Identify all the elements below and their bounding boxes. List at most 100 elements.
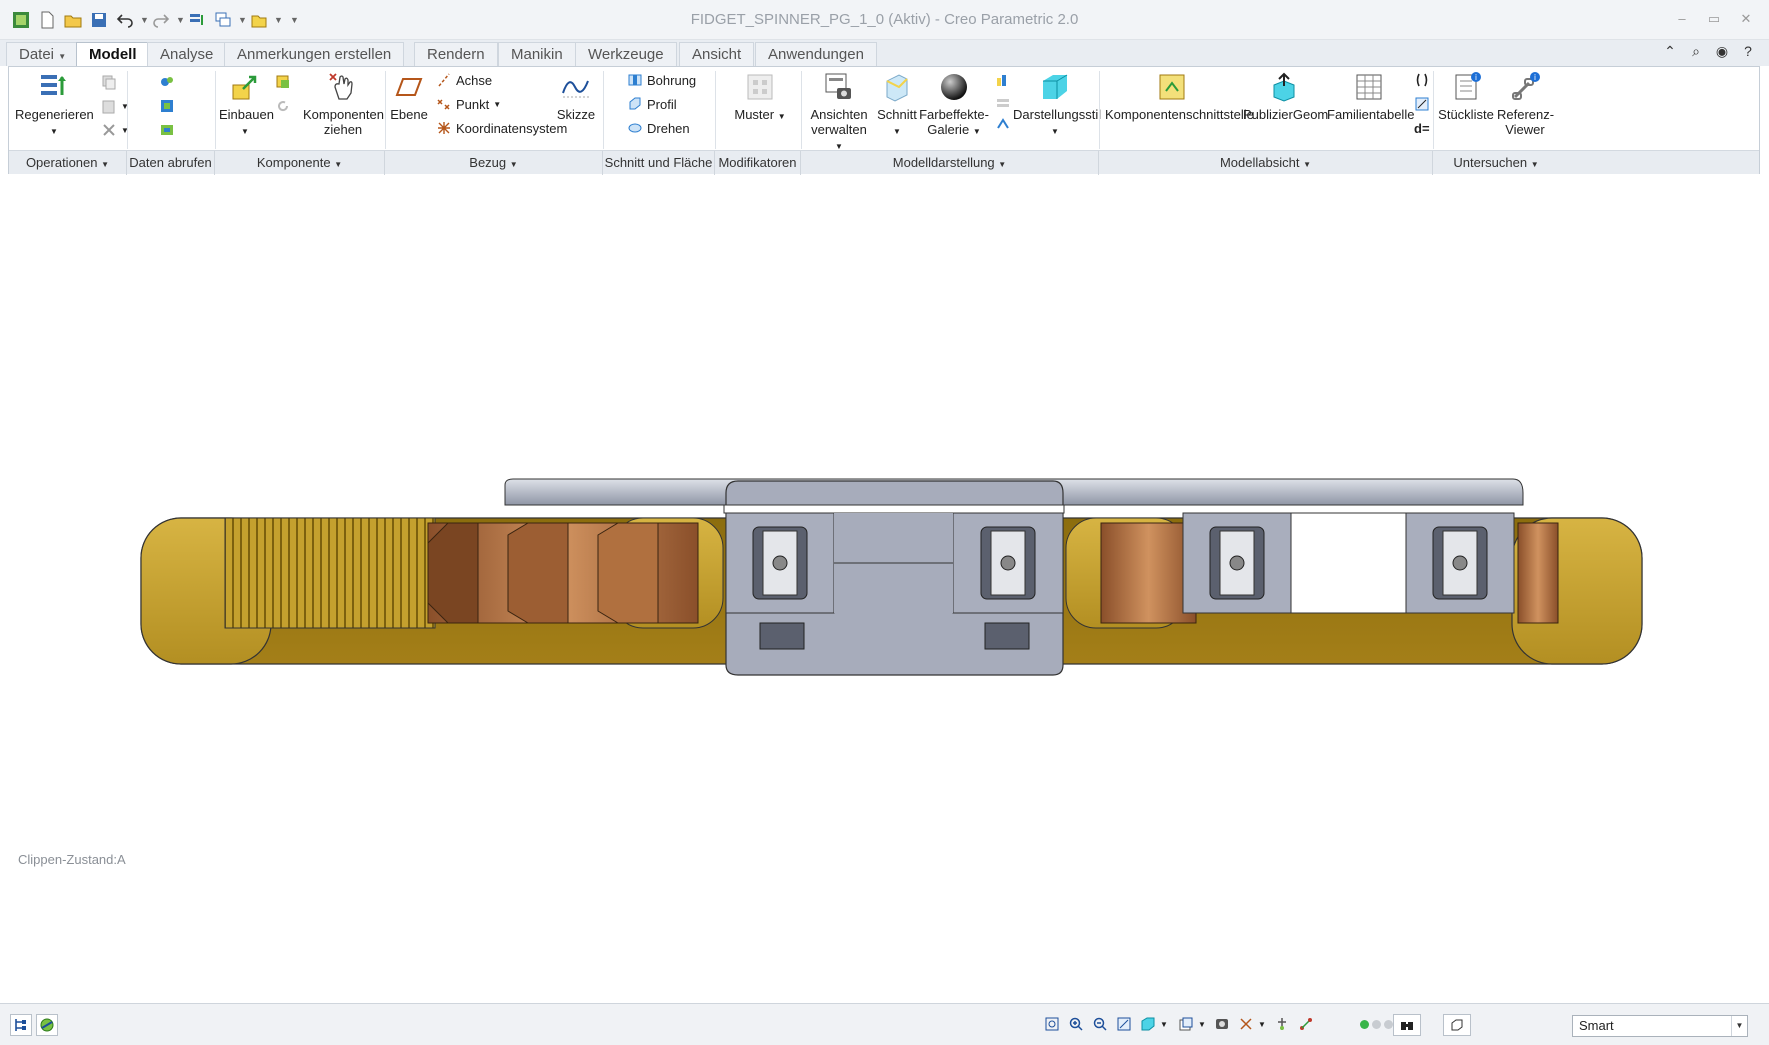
saved-views-icon[interactable] [1176,1014,1196,1034]
relations-icon[interactable] [1414,71,1430,89]
publiziergeom-button[interactable]: PublizierGeom [1243,71,1328,122]
farbeffekte-galerie-button[interactable]: Farbeffekte- Galerie ▼ [919,71,989,139]
paste-icon[interactable]: ▼ [101,97,129,115]
einbauen-button[interactable]: Einbauen ▼ [219,71,274,139]
group-modelldarstellung[interactable]: Modelldarstellung ▼ [801,151,1099,175]
group-separator [1433,71,1434,149]
tab-rendern[interactable]: Rendern [414,42,498,66]
selection-filter-select[interactable]: Smart ▼ [1572,1015,1748,1037]
ribbon-group-labels: Operationen ▼ Daten abrufen ▼ Komponente… [9,150,1759,193]
svg-text:i: i [1534,73,1536,82]
plane-icon [395,78,423,96]
group-modifikatoren[interactable]: Modifikatoren ▼ [715,151,801,193]
search-icon[interactable]: ⌕ [1687,43,1705,60]
tab-manikin[interactable]: Manikin [498,42,576,66]
tab-anwendungen[interactable]: Anwendungen [755,42,877,66]
group-untersuchen[interactable]: Untersuchen ▼ [1433,151,1559,175]
repaint-icon[interactable] [1114,1014,1134,1034]
familientabelle-button[interactable]: Familientabelle [1327,71,1414,122]
maximize-icon[interactable]: ▭ [1705,10,1723,28]
schnitt-button[interactable]: Schnitt ▼ [875,71,919,139]
regenerieren-button[interactable]: Regenerieren ▼ [15,71,94,139]
tab-ansicht[interactable]: Ansicht [679,42,755,66]
group-bezug[interactable]: Bezug ▼ [385,151,603,175]
group-daten-abrufen[interactable]: Daten abrufen ▼ [127,151,215,193]
copy-icon[interactable] [101,73,117,91]
repeat-icon[interactable] [275,97,291,115]
skizze-button[interactable]: Skizze [553,71,599,122]
group-separator [715,71,716,149]
stueckliste-button[interactable]: i Stückliste [1437,71,1495,122]
copy-geometry-icon[interactable] [159,73,175,91]
appearance-gallery-icon [941,74,967,100]
create-component-icon[interactable] [275,73,291,91]
ansichten-verwalten-button[interactable]: Ansichten verwalten ▼ [807,71,871,154]
model-tree-toggle-icon[interactable] [10,1014,32,1036]
selection-filter-dropdown-icon[interactable]: ▼ [1731,1016,1747,1036]
spin-center-icon[interactable] [1272,1014,1292,1034]
group-modellabsicht[interactable]: Modellabsicht ▼ [1099,151,1433,175]
pattern-icon [747,74,773,100]
drehen-button[interactable]: Drehen [627,119,690,137]
tab-modell[interactable]: Modell [76,42,150,67]
zoom-out-icon[interactable] [1090,1014,1110,1034]
refit-icon[interactable] [1042,1014,1062,1034]
tab-werkzeuge[interactable]: Werkzeuge [575,42,677,66]
view-manager-icon[interactable] [1212,1014,1232,1034]
punkt-button[interactable]: Punkt ▼ [436,95,501,113]
delete-icon[interactable]: ▼ [101,121,129,139]
tab-datei[interactable]: Datei ▼ [6,42,80,66]
merge-inheritance-icon[interactable] [159,121,175,139]
referenz-viewer-button[interactable]: i Referenz- Viewer [1497,71,1554,137]
group-separator [127,71,128,149]
find-icon[interactable] [1393,1014,1421,1036]
display-style-dropdown-icon[interactable]: ▼ [1160,1020,1168,1029]
zoom-in-icon[interactable] [1066,1014,1086,1034]
hole-icon [628,74,642,86]
select-box-icon[interactable] [1443,1014,1471,1036]
help-icon[interactable]: ? [1739,43,1757,60]
family-table-icon [1356,74,1382,100]
annotation-display-icon[interactable] [1296,1014,1316,1034]
shrinkwrap-icon[interactable] [159,97,175,115]
group-operationen[interactable]: Operationen ▼ [9,151,127,175]
achse-button[interactable]: Achse [436,71,492,89]
ebene-button[interactable]: Ebene [389,71,429,122]
group-separator [1099,71,1100,149]
minimize-ribbon-icon[interactable]: ⌃ [1661,43,1679,60]
display-style-status-icon[interactable] [1138,1014,1158,1034]
datum-display-dropdown-icon[interactable]: ▼ [1258,1020,1266,1029]
koordinatensystem-button[interactable]: Koordinatensystem [436,119,567,137]
minimize-icon[interactable]: – [1673,10,1691,28]
display-style-icon [1043,74,1068,99]
tab-analyse[interactable]: Analyse [147,42,227,66]
group-schnitt-und-flaeche[interactable]: Schnitt und Fläche ▼ [603,151,715,193]
komponenten-ziehen-button[interactable]: Komponenten ziehen [303,71,384,137]
community-icon[interactable]: ◉ [1713,43,1731,60]
axis-icon [438,73,450,87]
publish-geometry-icon [1273,72,1295,102]
bohrung-button[interactable]: Bohrung [627,71,696,89]
regenerate-icon [41,75,66,95]
bearing-right-2 [1405,512,1515,614]
perspective-icon[interactable] [995,115,1011,133]
assemble-icon [232,75,257,100]
darstellungsstil-button[interactable]: Darstellungsstil ▼ [1013,71,1101,139]
close-icon[interactable]: ✕ [1737,10,1755,28]
parameters-icon[interactable] [1414,95,1430,113]
d-equals-button[interactable]: d= [1414,119,1430,137]
browser-toggle-icon[interactable] [36,1014,58,1036]
title-bar: ▼ ▼ ▼ ▼ ▼ FIDGET_SPINNER_PG_1_0 (Aktiv) … [0,0,1769,40]
group-komponente[interactable]: Komponente ▼ [215,151,385,175]
graphics-window[interactable]: Clippen-Zustand:A [8,175,1760,1003]
profil-button[interactable]: Profil [627,95,677,113]
layers-icon[interactable] [995,95,1011,113]
status-light-green [1360,1020,1369,1029]
saved-views-dropdown-icon[interactable]: ▼ [1198,1020,1206,1029]
komponentenschnittstelle-button[interactable]: Komponentenschnittstelle [1105,71,1254,122]
window-controls: – ▭ ✕ [1673,10,1755,28]
datum-display-icon[interactable] [1236,1014,1256,1034]
muster-button[interactable]: Muster ▼ [729,71,791,124]
tab-anmerkungen-erstellen[interactable]: Anmerkungen erstellen [224,42,405,66]
display-style-small-icon[interactable] [995,71,1011,89]
